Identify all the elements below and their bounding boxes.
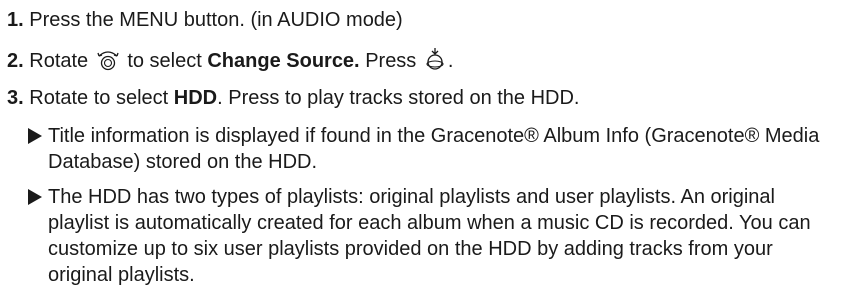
step-2-end: . xyxy=(447,50,454,72)
step-2-pre: Rotate xyxy=(29,50,89,72)
step-3-post: . Press to play tracks stored on the HDD… xyxy=(217,87,580,109)
interface-dial-press-icon xyxy=(424,47,446,77)
step-3-number: 3. xyxy=(7,87,24,109)
step-1-text: Press the MENU button. (in AUDIO mode) xyxy=(29,9,403,31)
step-2: 2. Rotate to select Change Source. Press… xyxy=(7,47,453,77)
step-3: 3. Rotate to select HDD. Press to play t… xyxy=(7,86,580,110)
note-2-text: The HDD has two types of playlists: orig… xyxy=(48,186,811,286)
step-2-number: 2. xyxy=(7,50,24,72)
note-1: Title information is displayed if found … xyxy=(28,123,838,175)
interface-dial-rotate-icon xyxy=(96,49,120,77)
step-2-bold: Change Source. xyxy=(207,50,360,72)
note-2-triangle-icon xyxy=(28,189,42,205)
step-1: 1. Press the MENU button. (in AUDIO mode… xyxy=(7,8,403,32)
note-1-text: Title information is displayed if found … xyxy=(48,125,820,173)
step-2-post: Press xyxy=(365,50,417,72)
step-2-mid: to select xyxy=(127,50,202,72)
step-3-pre: Rotate to select xyxy=(29,87,169,109)
step-3-bold: HDD xyxy=(173,87,218,109)
step-1-number: 1. xyxy=(7,9,24,31)
note-2: The HDD has two types of playlists: orig… xyxy=(28,184,838,288)
note-1-triangle-icon xyxy=(28,128,42,144)
manual-page: 1. Press the MENU button. (in AUDIO mode… xyxy=(0,0,849,303)
